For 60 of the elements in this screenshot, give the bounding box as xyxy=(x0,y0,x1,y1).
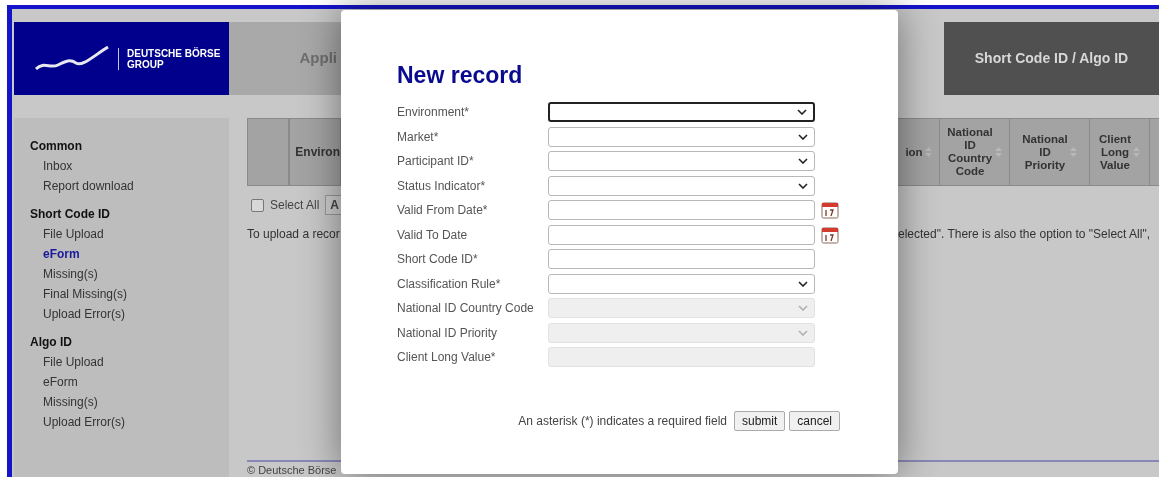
field-label: Short Code ID* xyxy=(397,251,479,268)
calendar-icon[interactable] xyxy=(821,225,839,244)
chevron-down-icon xyxy=(798,182,808,189)
input-field[interactable] xyxy=(548,249,815,269)
sidebar-item[interactable]: Final Missing(s) xyxy=(30,284,229,304)
sidebar-item[interactable]: Missing(s) xyxy=(30,392,229,412)
column-header[interactable]: National ID Priority xyxy=(1010,119,1090,185)
sidebar-item[interactable]: eForm xyxy=(30,244,229,264)
sidebar-item[interactable]: Missing(s) xyxy=(30,264,229,284)
select-all-checkbox[interactable] xyxy=(251,198,264,212)
logo-wave-icon xyxy=(34,44,110,73)
dropdown-field[interactable] xyxy=(548,175,815,196)
column-header[interactable]: Client Long Value xyxy=(1090,119,1150,185)
dropdown-field[interactable] xyxy=(548,151,815,171)
instruction-text: elected". There is also the option to "Select All", xyxy=(898,226,1151,243)
section-title: Short Code ID / Algo ID xyxy=(974,49,1129,68)
modal-title: New record xyxy=(397,61,524,90)
field-label: Valid From Date* xyxy=(397,202,489,219)
chevron-down-icon xyxy=(798,133,808,140)
field-label: Environment* xyxy=(397,104,471,121)
required-note: An asterisk (*) indicates a required field xyxy=(518,413,727,430)
sidebar-heading: Common xyxy=(30,138,83,155)
field-label: Market* xyxy=(397,128,440,146)
sidebar-item[interactable]: Report download xyxy=(30,176,229,196)
chevron-down-icon xyxy=(798,329,808,336)
sidebar-item[interactable]: Upload Error(s) xyxy=(30,304,229,324)
sidebar-item[interactable]: Upload Error(s) xyxy=(30,412,229,432)
chevron-down-icon xyxy=(798,280,808,287)
sidebar-item[interactable]: eForm xyxy=(30,372,229,392)
cancel-button[interactable]: cancel xyxy=(789,411,840,431)
field-label: National ID Country Code xyxy=(397,300,535,317)
calendar-icon[interactable] xyxy=(821,201,839,219)
chevron-down-icon xyxy=(797,109,807,115)
dropdown-field[interactable] xyxy=(548,102,815,122)
date-field[interactable] xyxy=(548,224,815,245)
select-all-label: Select All xyxy=(270,197,320,214)
sidebar-heading: Algo ID xyxy=(30,334,73,351)
field-label: Status Indicator* xyxy=(397,177,487,195)
footer-text: © Deutsche Börse xyxy=(247,464,338,476)
field-label: Client Long Value* xyxy=(397,349,497,366)
field-label: National ID Priority xyxy=(397,324,499,342)
date-field[interactable] xyxy=(548,200,815,220)
sidebar-item[interactable]: Inbox xyxy=(30,156,229,176)
instruction-text: To upload a recor xyxy=(247,226,341,243)
chevron-down-icon xyxy=(798,305,808,311)
logo-text: DEUTSCHE BÖRSE xyxy=(127,47,221,59)
column-header[interactable]: National ID Country Code xyxy=(940,119,1010,185)
sidebar-item[interactable]: File Upload xyxy=(30,224,229,244)
sidebar-heading: Short Code ID xyxy=(30,206,111,223)
logo-text: GROUP xyxy=(127,58,165,70)
field-label: Participant ID* xyxy=(397,153,475,170)
app-title: Appli xyxy=(299,48,338,69)
submit-button[interactable]: submit xyxy=(733,411,786,431)
dropdown-field[interactable] xyxy=(548,126,815,147)
field-label: Valid To Date xyxy=(397,226,469,244)
chevron-down-icon xyxy=(798,158,808,164)
sort-icon[interactable] xyxy=(924,146,932,158)
sidebar-item[interactable]: File Upload xyxy=(30,352,229,372)
field-label: Classification Rule* xyxy=(397,275,502,293)
dropdown-field[interactable] xyxy=(548,273,815,294)
